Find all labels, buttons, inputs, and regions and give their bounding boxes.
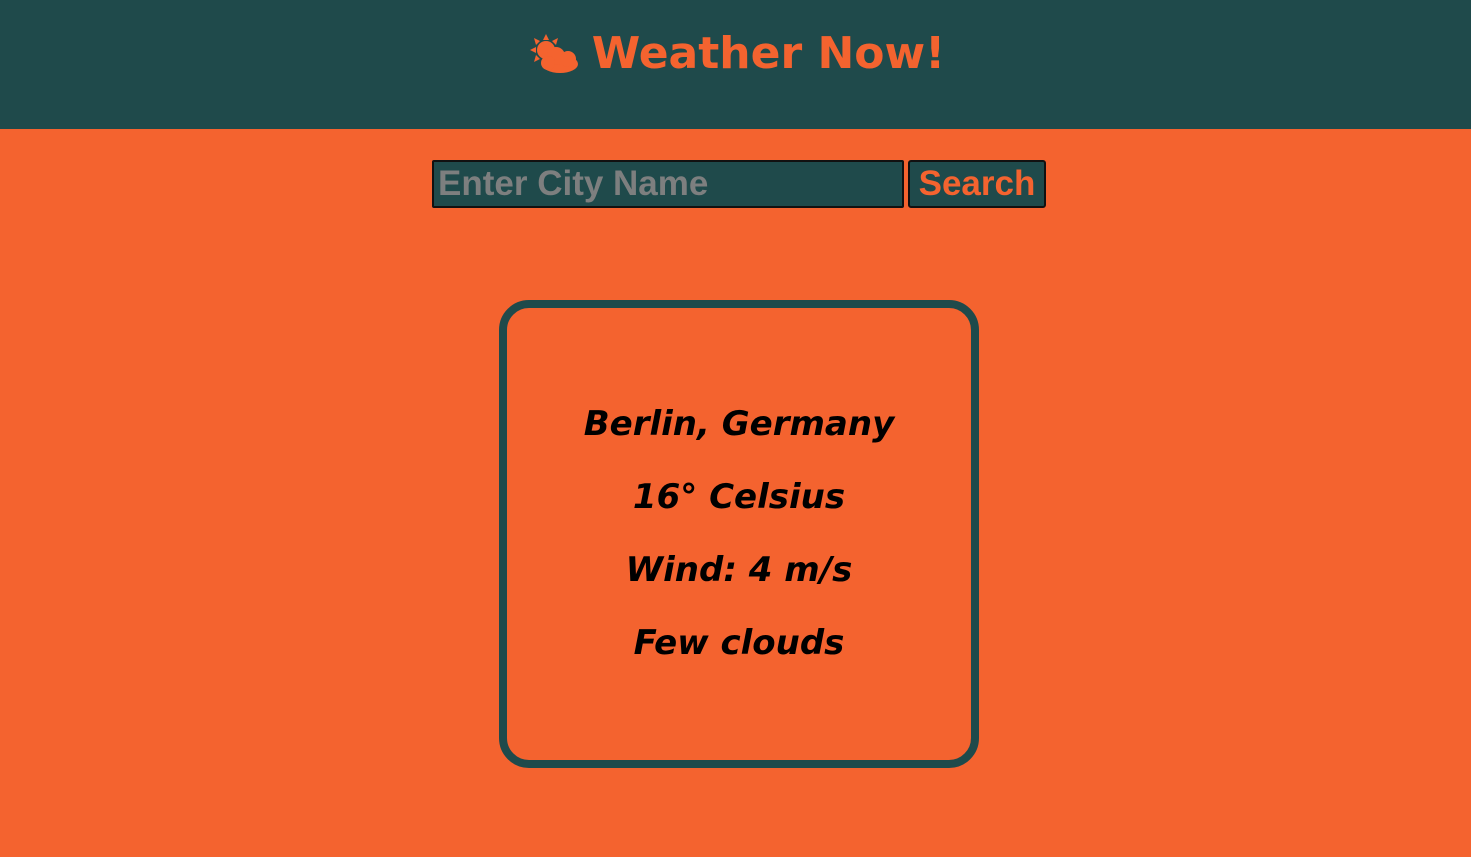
app-title: Weather Now! [526, 28, 945, 79]
search-bar: Search [432, 160, 1046, 208]
search-button[interactable]: Search [908, 160, 1046, 208]
sun-behind-cloud-icon [526, 32, 582, 76]
city-search-input[interactable] [432, 160, 904, 208]
location-text: Berlin, Germany [583, 404, 895, 444]
weather-card: Berlin, Germany 16° Celsius Wind: 4 m/s … [499, 300, 979, 768]
app-title-text: Weather Now! [591, 28, 946, 79]
wind-text: Wind: 4 m/s [625, 550, 853, 590]
weather-description-text: Few clouds [633, 623, 845, 663]
temperature-text: 16° Celsius [632, 477, 846, 517]
app-header: Weather Now! [0, 0, 1471, 129]
